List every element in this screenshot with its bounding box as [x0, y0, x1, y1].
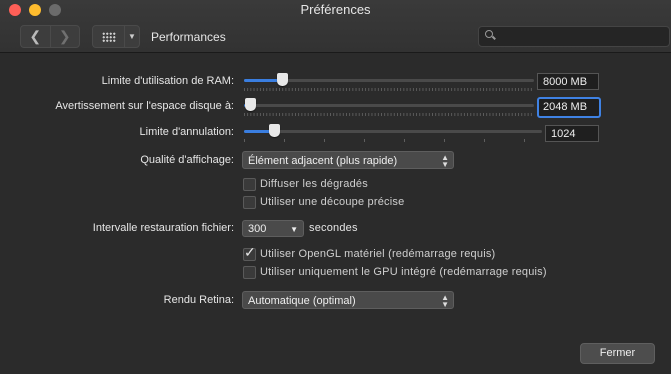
ram-limit-label: Limite d'utilisation de RAM: — [101, 75, 234, 87]
preferences-window: Préférences ❮ ❯ ▼ Performances Limite d'… — [0, 0, 671, 374]
restore-interval-select[interactable]: 300 ▼ — [242, 220, 304, 237]
disk-slider-thumb[interactable] — [245, 98, 256, 111]
navigation-buttons: ❮ ❯ — [20, 25, 80, 48]
opengl-checkbox[interactable]: ✓ — [243, 244, 256, 261]
restore-interval-label: Intervalle restauration fichier: — [92, 222, 234, 234]
ram-slider-ticks — [244, 88, 534, 91]
ram-slider[interactable] — [244, 73, 534, 91]
chevron-down-icon: ▼ — [441, 160, 449, 169]
disk-slider[interactable] — [244, 98, 534, 116]
title-bar: Préférences ❮ ❯ ▼ Performances — [0, 0, 671, 53]
integrated-gpu-checkbox[interactable] — [243, 266, 256, 279]
restore-interval-value: 300 — [248, 223, 267, 235]
disk-value-field[interactable]: 2048 MB — [537, 97, 601, 118]
undo-value-field[interactable]: 1024 — [545, 125, 599, 142]
display-quality-select[interactable]: Élément adjacent (plus rapide) ▲ ▼ — [242, 151, 454, 169]
precise-clipping-label: Utiliser une découpe précise — [260, 196, 405, 208]
chevron-down-icon[interactable]: ▼ — [124, 26, 139, 47]
close-button[interactable]: Fermer — [580, 343, 655, 364]
undo-slider-thumb[interactable] — [269, 124, 280, 137]
chevron-right-icon: ❯ — [58, 28, 71, 44]
ram-slider-thumb[interactable] — [277, 73, 288, 86]
checkmark-icon: ✓ — [244, 244, 256, 260]
diffuse-gradients-label: Diffuser les dégradés — [260, 178, 368, 190]
retina-label: Rendu Retina: — [163, 294, 234, 306]
integrated-gpu-label: Utiliser uniquement le GPU intégré (redé… — [260, 266, 547, 278]
disk-slider-ticks — [244, 113, 534, 116]
display-quality-label: Qualité d'affichage: — [140, 154, 234, 166]
chevron-left-icon: ❮ — [29, 28, 42, 44]
back-button[interactable]: ❮ — [21, 26, 50, 47]
undo-limit-label: Limite d'annulation: — [139, 126, 234, 138]
search-icon — [485, 30, 493, 38]
search-field[interactable] — [478, 26, 670, 47]
opengl-label: Utiliser OpenGL matériel (redémarrage re… — [260, 248, 496, 260]
diffuse-gradients-checkbox[interactable] — [243, 178, 256, 191]
retina-select[interactable]: Automatique (optimal) ▲ ▼ — [242, 291, 454, 309]
forward-button[interactable]: ❯ — [49, 26, 80, 47]
show-all-button[interactable]: ▼ — [92, 25, 140, 48]
grid-icon — [101, 31, 116, 42]
chevron-down-icon: ▼ — [290, 225, 298, 234]
ram-value-field[interactable]: 8000 MB — [537, 73, 599, 90]
undo-slider[interactable] — [244, 124, 542, 142]
chevron-down-icon: ▼ — [441, 300, 449, 309]
retina-value: Automatique (optimal) — [248, 295, 356, 307]
disk-warning-label: Avertissement sur l'espace disque à: — [55, 100, 234, 112]
undo-slider-ticks — [244, 139, 542, 142]
section-title: Performances — [151, 30, 226, 44]
window-title: Préférences — [300, 2, 371, 17]
precise-clipping-checkbox[interactable] — [243, 196, 256, 209]
display-quality-value: Élément adjacent (plus rapide) — [248, 155, 398, 167]
restore-interval-unit: secondes — [309, 222, 358, 234]
